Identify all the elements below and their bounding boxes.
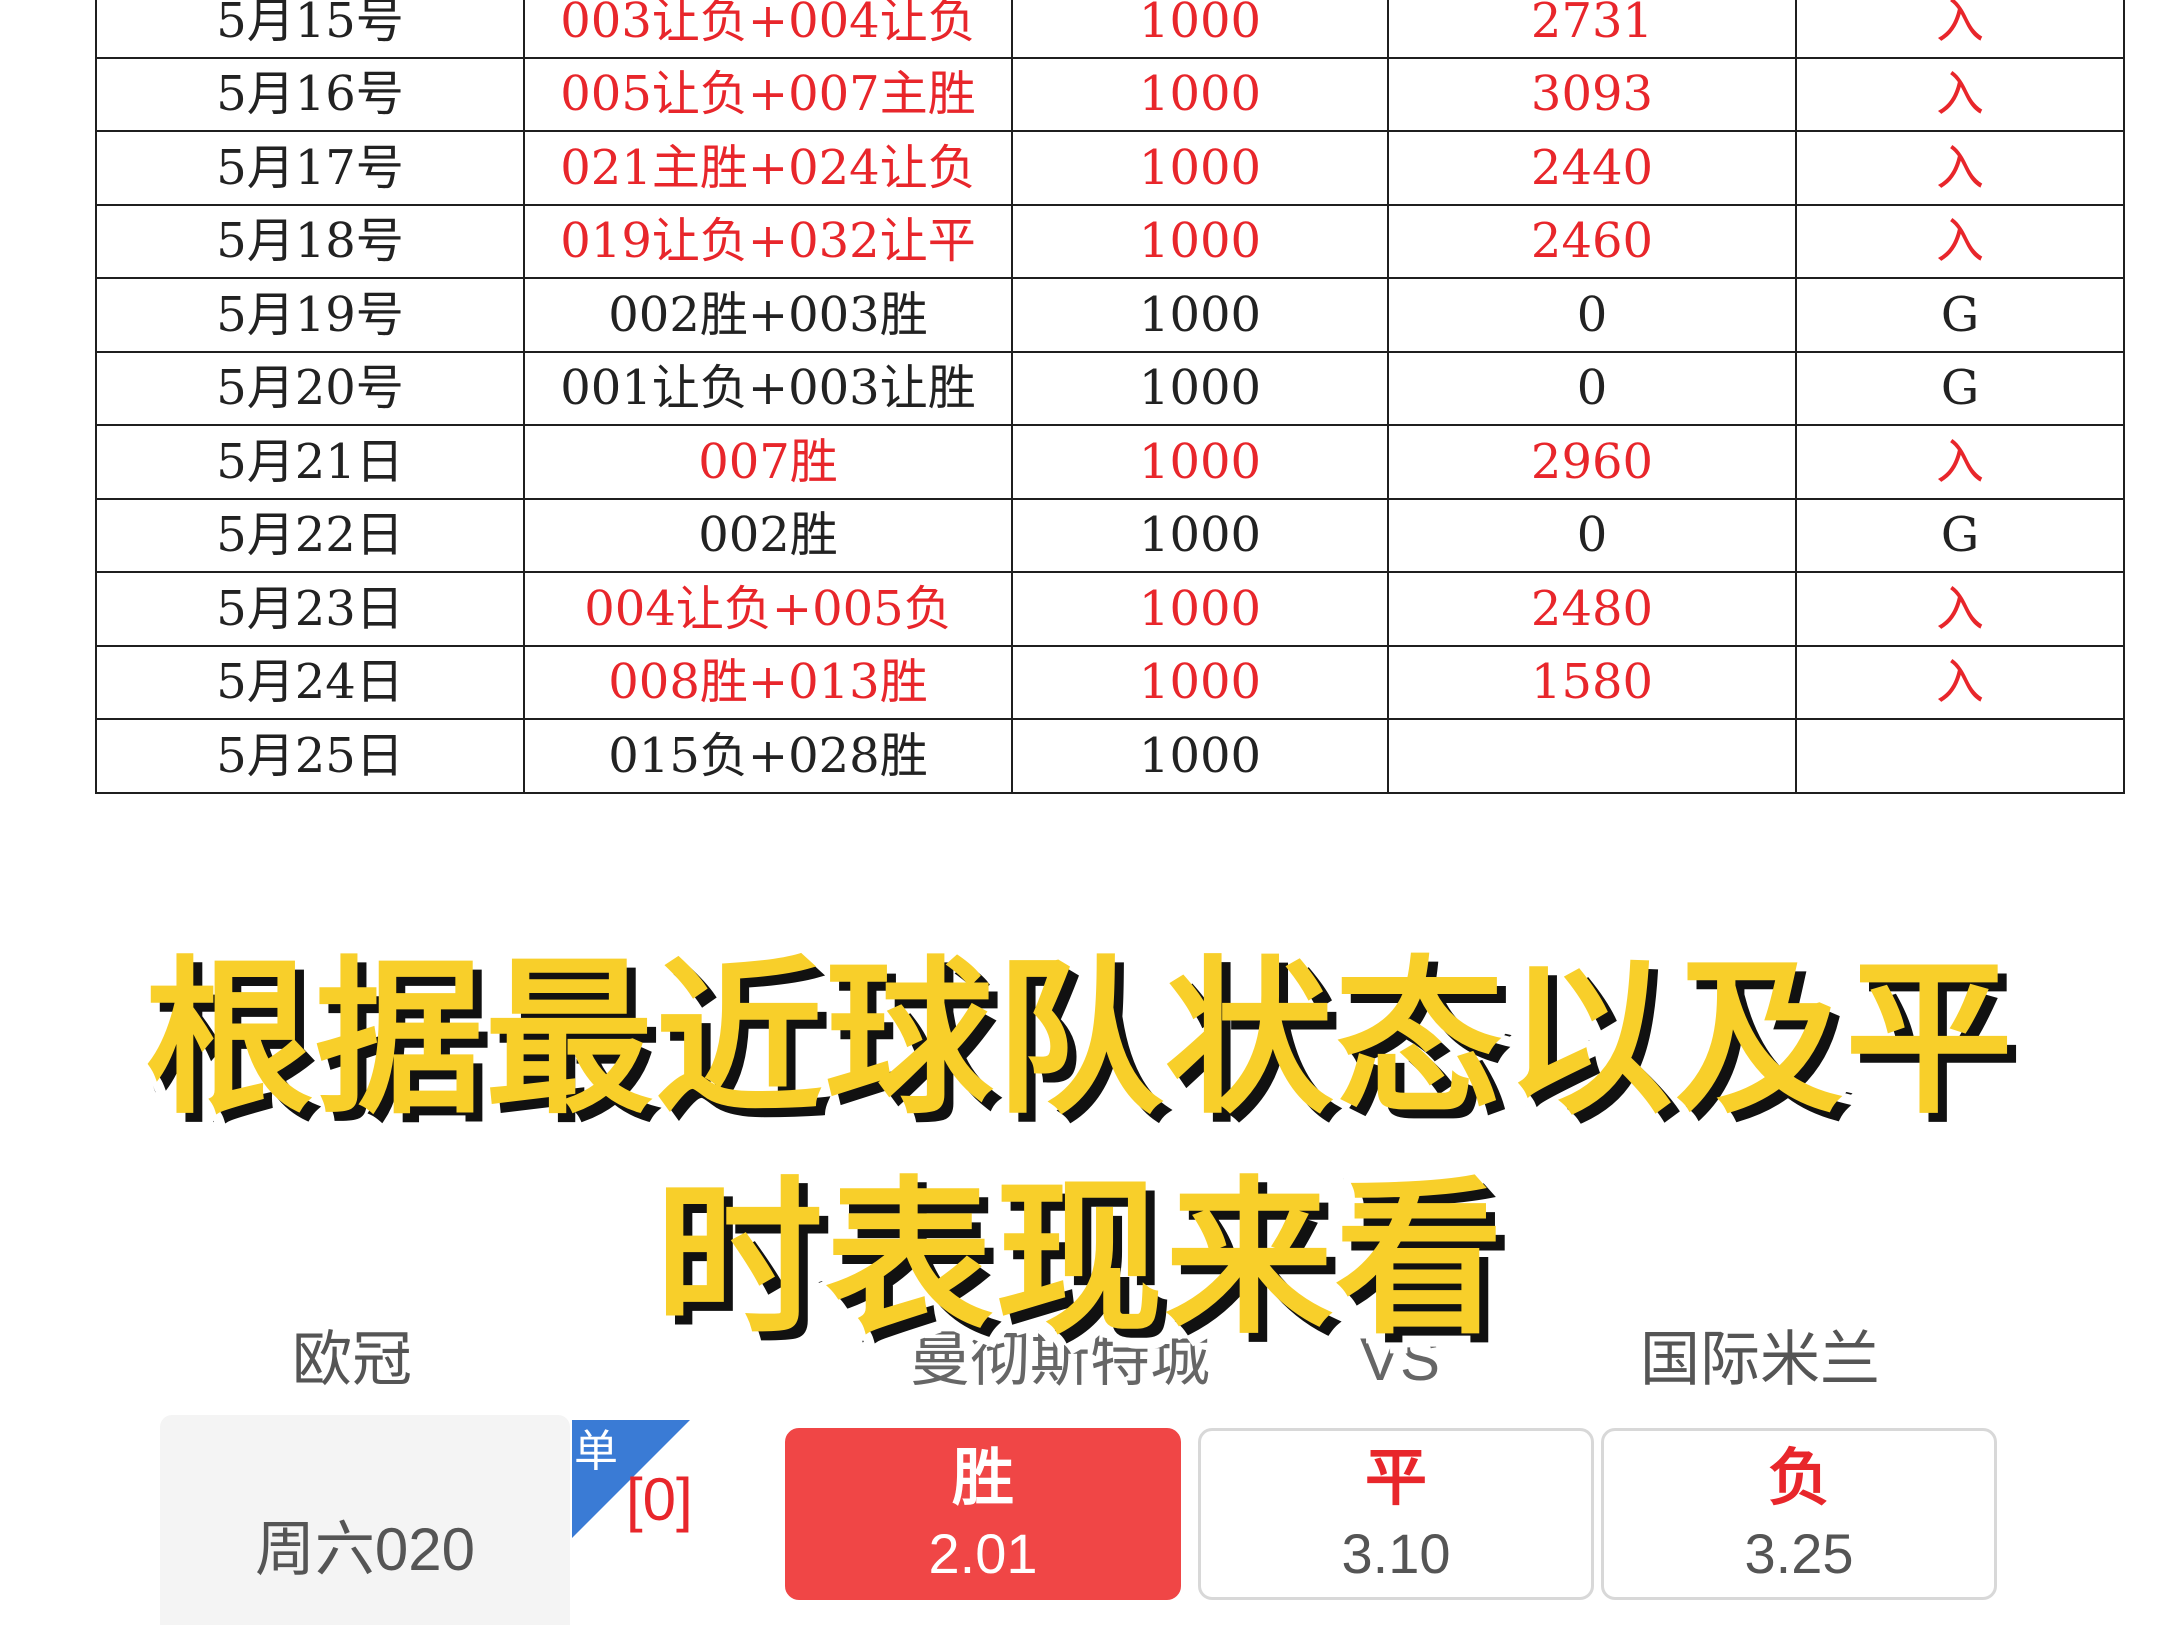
stake-cell: 1000 xyxy=(1011,497,1389,573)
stake-cell: 1000 xyxy=(1011,0,1389,59)
stake-cell: 1000 xyxy=(1011,130,1389,206)
table-row: 5月16号 005让负+007主胜 1000 3093 入 xyxy=(95,56,2125,132)
date-cell: 5月18号 xyxy=(95,203,525,279)
date-cell: 5月19号 xyxy=(95,277,525,353)
date-cell: 5月22日 xyxy=(95,497,525,573)
stake-cell: 1000 xyxy=(1011,350,1389,426)
odds-button-lose[interactable]: 负 3.25 xyxy=(1601,1428,1997,1600)
pick-cell: 005让负+007主胜 xyxy=(523,56,1013,132)
pick-cell: 003让负+004让负 xyxy=(523,0,1013,59)
return-cell: 0 xyxy=(1387,277,1797,353)
headline-line-1: 根据最近球队状态以及平 xyxy=(140,941,2018,1137)
result-cell: 入 xyxy=(1795,571,2125,647)
stake-cell: 1000 xyxy=(1011,644,1389,720)
match-code: 周六020 xyxy=(254,1516,476,1583)
return-cell: 1580 xyxy=(1387,644,1797,720)
table-row: 5月22日 002胜 1000 0 G xyxy=(95,497,2125,573)
pick-cell: 007胜 xyxy=(523,424,1013,500)
record-body: 5月15号 003让负+004让负 1000 2731 入 5月16号 005让负+007主… xyxy=(95,0,2125,794)
result-cell: G xyxy=(1795,350,2125,426)
date-cell: 5月15号 xyxy=(95,0,525,59)
result-cell: 入 xyxy=(1795,56,2125,132)
odds-label: 平 xyxy=(1364,1444,1427,1513)
return-cell: 3093 xyxy=(1387,56,1797,132)
pick-cell: 001让负+003让胜 xyxy=(523,350,1013,426)
pick-cell: 008胜+013胜 xyxy=(523,644,1013,720)
table-row: 5月23日 004让负+005负 1000 2480 入 xyxy=(95,571,2125,647)
pick-cell: 002胜+003胜 xyxy=(523,277,1013,353)
selection-count: [0] xyxy=(626,1466,693,1533)
pick-cell: 004让负+005负 xyxy=(523,571,1013,647)
return-cell: 2460 xyxy=(1387,203,1797,279)
date-cell: 5月16号 xyxy=(95,56,525,132)
odds-button-win[interactable]: 胜 2.01 xyxy=(785,1428,1181,1600)
result-cell: 入 xyxy=(1795,0,2125,59)
odds-label: 负 xyxy=(1767,1444,1830,1513)
single-bet-badge-label: 单 xyxy=(574,1426,618,1477)
table-row: 5月21日 007胜 1000 2960 入 xyxy=(95,424,2125,500)
stake-cell: 1000 xyxy=(1011,277,1389,353)
result-cell: 入 xyxy=(1795,424,2125,500)
result-cell: 入 xyxy=(1795,203,2125,279)
odds-label: 胜 xyxy=(951,1444,1014,1513)
result-cell: 入 xyxy=(1795,130,2125,206)
stake-cell: 1000 xyxy=(1011,571,1389,647)
return-cell xyxy=(1387,718,1797,794)
date-cell: 5月25日 xyxy=(95,718,525,794)
table-row: 5月15号 003让负+004让负 1000 2731 入 xyxy=(95,0,2125,59)
odds-value: 3.10 xyxy=(1341,1522,1451,1585)
odds-value: 3.25 xyxy=(1744,1522,1854,1585)
stake-cell: 1000 xyxy=(1011,718,1389,794)
pick-cell: 019让负+032让平 xyxy=(523,203,1013,279)
match-info-box[interactable]: 周六020 xyxy=(160,1415,570,1625)
table-row: 5月17号 021主胜+024让负 1000 2440 入 xyxy=(95,130,2125,206)
stake-cell: 1000 xyxy=(1011,203,1389,279)
odds-button-draw[interactable]: 平 3.10 xyxy=(1198,1428,1594,1600)
date-cell: 5月21日 xyxy=(95,424,525,500)
date-cell: 5月23日 xyxy=(95,571,525,647)
table-row: 5月18号 019让负+032让平 1000 2460 入 xyxy=(95,203,2125,279)
result-cell: G xyxy=(1795,277,2125,353)
record-table: 5月15号 003让负+004让负 1000 2731 入 5月16号 005让负+007主… xyxy=(95,0,2125,794)
return-cell: 2960 xyxy=(1387,424,1797,500)
stake-cell: 1000 xyxy=(1011,56,1389,132)
date-cell: 5月17号 xyxy=(95,130,525,206)
pick-cell: 021主胜+024让负 xyxy=(523,130,1013,206)
table-row: 5月20号 001让负+003让胜 1000 0 G xyxy=(95,350,2125,426)
table-row: 5月19号 002胜+003胜 1000 0 G xyxy=(95,277,2125,353)
headline-line-2: 时表现来看 xyxy=(650,1161,1508,1357)
return-cell: 2440 xyxy=(1387,130,1797,206)
return-cell: 0 xyxy=(1387,497,1797,573)
odds-value: 2.01 xyxy=(928,1522,1038,1585)
date-cell: 5月24日 xyxy=(95,644,525,720)
result-cell: G xyxy=(1795,497,2125,573)
return-cell: 0 xyxy=(1387,350,1797,426)
return-cell: 2731 xyxy=(1387,0,1797,59)
pick-cell: 015负+028胜 xyxy=(523,718,1013,794)
pick-cell: 002胜 xyxy=(523,497,1013,573)
stake-cell: 1000 xyxy=(1011,424,1389,500)
table-row: 5月24日 008胜+013胜 1000 1580 入 xyxy=(95,644,2125,720)
return-cell: 2480 xyxy=(1387,571,1797,647)
result-cell xyxy=(1795,718,2125,794)
date-cell: 5月20号 xyxy=(95,350,525,426)
table-row: 5月25日 015负+028胜 1000 xyxy=(95,718,2125,794)
result-cell: 入 xyxy=(1795,644,2125,720)
